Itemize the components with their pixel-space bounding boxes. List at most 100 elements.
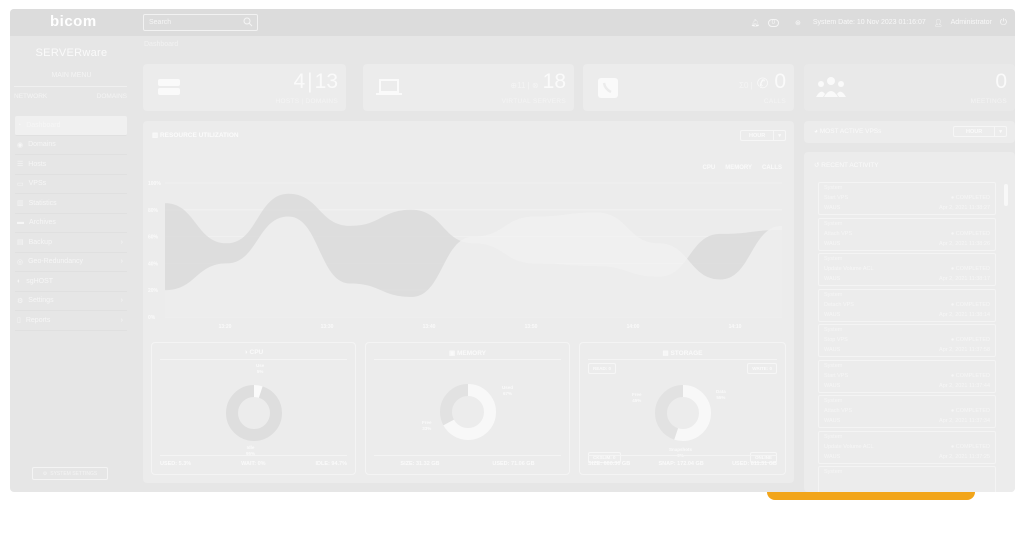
tab-network[interactable]: NETWORK xyxy=(14,93,47,100)
sidebar-item-statistics[interactable]: ▥ Statistics xyxy=(15,194,127,214)
memory-used-value: 67% xyxy=(503,391,513,396)
search-icon xyxy=(243,17,253,27)
cpu-wait: WAIT: 0% xyxy=(241,461,266,467)
most-active-title: ◕ MOST ACTIVE VPSs xyxy=(814,128,881,135)
history-icon: ↺ xyxy=(814,162,820,169)
chevron-right-icon: › xyxy=(120,258,123,266)
sidebar-item-settings[interactable]: ⚙︎ Settings › xyxy=(15,292,127,311)
activity-status-text: COMPLETED xyxy=(955,230,990,237)
sidebar-item-sghost[interactable]: ◐ sgHOST xyxy=(15,272,127,292)
most-active-period-select[interactable]: HOUR ▾ xyxy=(953,126,1007,137)
recent-title-text: RECENT ACTIVITY xyxy=(821,162,879,169)
activity-target: WAUS xyxy=(824,418,841,424)
calls-label: CALLS xyxy=(763,98,786,105)
sidebar-item-label: Reports xyxy=(25,316,51,324)
list-item[interactable]: System Attach VPS WAUS Apr 2, 2021 11:38:26… xyxy=(818,217,996,251)
sidebar-item-label: Statistics xyxy=(28,199,57,207)
sidebar-item-reports[interactable]: ▯ Reports › xyxy=(15,311,127,331)
activity-source: System xyxy=(824,327,843,333)
tab-domains[interactable]: DOMAINS xyxy=(97,93,127,100)
sidebar-item-archives[interactable]: ▬ Archives xyxy=(15,214,127,233)
sidebar-item-label: VPSs xyxy=(28,180,47,188)
divider xyxy=(588,455,777,456)
list-item[interactable]: System Detach VPS WAUS Apr 2, 2021 11:38:14… xyxy=(818,288,996,322)
virtual-servers-value: ⊕11 | ⊗ 18 xyxy=(510,70,566,94)
sidebar: SERVERware MAIN MENU NETWORK DOMAINS ◔ Da… xyxy=(10,36,133,492)
power-icon[interactable]: ⏻ xyxy=(1000,17,1007,28)
activity-target: WAUS xyxy=(824,205,841,211)
meetings-label: MEETINGS xyxy=(970,98,1007,105)
memory-used: USED: 71.06 GB xyxy=(492,461,535,467)
activity-time: Apr 2, 2021 11:38:26 xyxy=(939,240,990,247)
storage-snapshots-tag: Snapshots 0% xyxy=(669,447,692,459)
activity-time: Apr 2, 2021 11:37:58 xyxy=(939,347,990,353)
cpu-title-text: CPU xyxy=(249,349,264,356)
storage-free-tag: Free 45% xyxy=(632,392,642,404)
activity-target: WAUS xyxy=(824,382,841,389)
storage-icon: ▤ xyxy=(662,350,669,357)
activity-source: System xyxy=(824,220,843,227)
x-tick-label: 13:20 xyxy=(219,324,232,330)
divider xyxy=(588,359,777,360)
divider xyxy=(374,359,561,360)
calls-sum: Σ0 | xyxy=(739,81,753,90)
archive-icon: ▬ xyxy=(17,219,24,227)
user-name[interactable]: Administrator xyxy=(951,19,992,26)
recent-activity-panel: ↺ RECENT ACTIVITY System Start VPS WAUS Apr… xyxy=(804,152,1015,492)
activity-target: WAUS xyxy=(824,453,841,460)
list-item[interactable]: System Stop VPS WAUS Apr 2, 2021 11:37:58 ● … xyxy=(818,324,996,357)
calls-card[interactable]: Σ0 | ✆ 0 CALLS xyxy=(583,64,794,111)
chart-icon: ▥ xyxy=(17,200,24,208)
list-item[interactable]: System Start VPS WAUS Apr 2, 2021 11:38:27 ●… xyxy=(818,182,996,215)
activity-status-text: COMPLETED xyxy=(955,301,990,308)
hosts-domains-card[interactable]: 4|13 HOSTS | DOMAINS xyxy=(143,64,346,111)
activity-status-text: COMPLETED xyxy=(955,443,990,450)
activity-action: Attach VPS xyxy=(824,230,853,237)
list-item[interactable]: System Start VPS WAUS Apr 2, 2021 11:37:44 ●… xyxy=(818,359,996,393)
system-settings-button[interactable]: ⚙︎ SYSTEM SETTINGS xyxy=(32,467,108,480)
list-item[interactable]: System xyxy=(818,466,996,492)
memory-title: ▣ MEMORY xyxy=(366,349,569,357)
list-item[interactable]: System Update Volume ACL WAUS Apr 2, 2021 1… xyxy=(818,430,996,464)
activity-status: ● COMPLETED xyxy=(951,408,990,414)
users-icon xyxy=(816,77,846,97)
storage-free-value: 45% xyxy=(632,398,642,403)
search-input[interactable]: Search xyxy=(143,14,258,31)
activity-status-text: COMPLETED xyxy=(955,408,990,414)
sidebar-item-hosts[interactable]: ☰ Hosts xyxy=(15,155,127,175)
cpu-footer: USED: 5.3% WAIT: 0% IDLE: 94.7% xyxy=(160,461,347,467)
activity-action: Update Volume ACL xyxy=(824,443,874,450)
meetings-card[interactable]: 0 MEETINGS xyxy=(804,64,1015,111)
breadcrumb[interactable]: Dashboard xyxy=(144,41,178,48)
cpu-use-value: 5% xyxy=(256,369,264,374)
sidebar-item-label: Hosts xyxy=(28,160,47,168)
storage-snap: SNAP: 172.04 GB xyxy=(658,461,704,467)
sidebar-item-dashboard[interactable]: ◔ Dashboard xyxy=(15,116,127,136)
list-item[interactable]: System Attach VPS WAUS Apr 2, 2021 11:37:34… xyxy=(818,395,996,428)
virtual-servers-card[interactable]: ⊕11 | ⊗ 18 VIRTUAL SERVERS xyxy=(363,64,574,111)
storage-footer: SIZE: 660.30 GB SNAP: 172.04 GB USED: 81… xyxy=(588,461,777,467)
sidebar-item-backup[interactable]: ▤ Backup › xyxy=(15,233,127,253)
support-icon[interactable]: ⊛ xyxy=(795,19,801,27)
x-tick-label: 14:10 xyxy=(729,324,742,330)
recent-activity-title: ↺ RECENT ACTIVITY xyxy=(814,161,879,169)
list-item[interactable]: System Update Volume ACL WAUS Apr 2, 2021 1… xyxy=(818,253,996,286)
system-date: System Date: 10 Nov 2023 01:16:07 xyxy=(812,19,926,26)
memory-donut-chart xyxy=(440,384,496,440)
activity-action: Stop VPS xyxy=(824,337,848,343)
sidebar-item-geo-redundancy[interactable]: ◎ Geo-Redundancy › xyxy=(15,253,127,272)
sidebar-item-vpss[interactable]: ▭ VPSs xyxy=(15,175,127,194)
phone-ring-icon: ✆ xyxy=(756,75,769,91)
hosts-domains-value: 4|13 xyxy=(293,70,338,93)
calls-count: 0 xyxy=(774,70,786,93)
activity-source: System xyxy=(824,291,843,298)
memory-free-value: 33% xyxy=(422,426,432,431)
y-tick-label: 80% xyxy=(148,208,159,214)
scrollbar[interactable] xyxy=(1004,184,1008,206)
activity-status: ● COMPLETED xyxy=(951,266,990,272)
sidebar-item-label: Dashboard xyxy=(26,121,61,129)
memory-used-tag: Used 67% xyxy=(502,385,513,397)
notification-bar[interactable] xyxy=(767,492,975,500)
bell-icon[interactable]: 🔔︎ xyxy=(751,19,760,27)
sidebar-item-domains[interactable]: ◉ Domains xyxy=(15,136,127,155)
